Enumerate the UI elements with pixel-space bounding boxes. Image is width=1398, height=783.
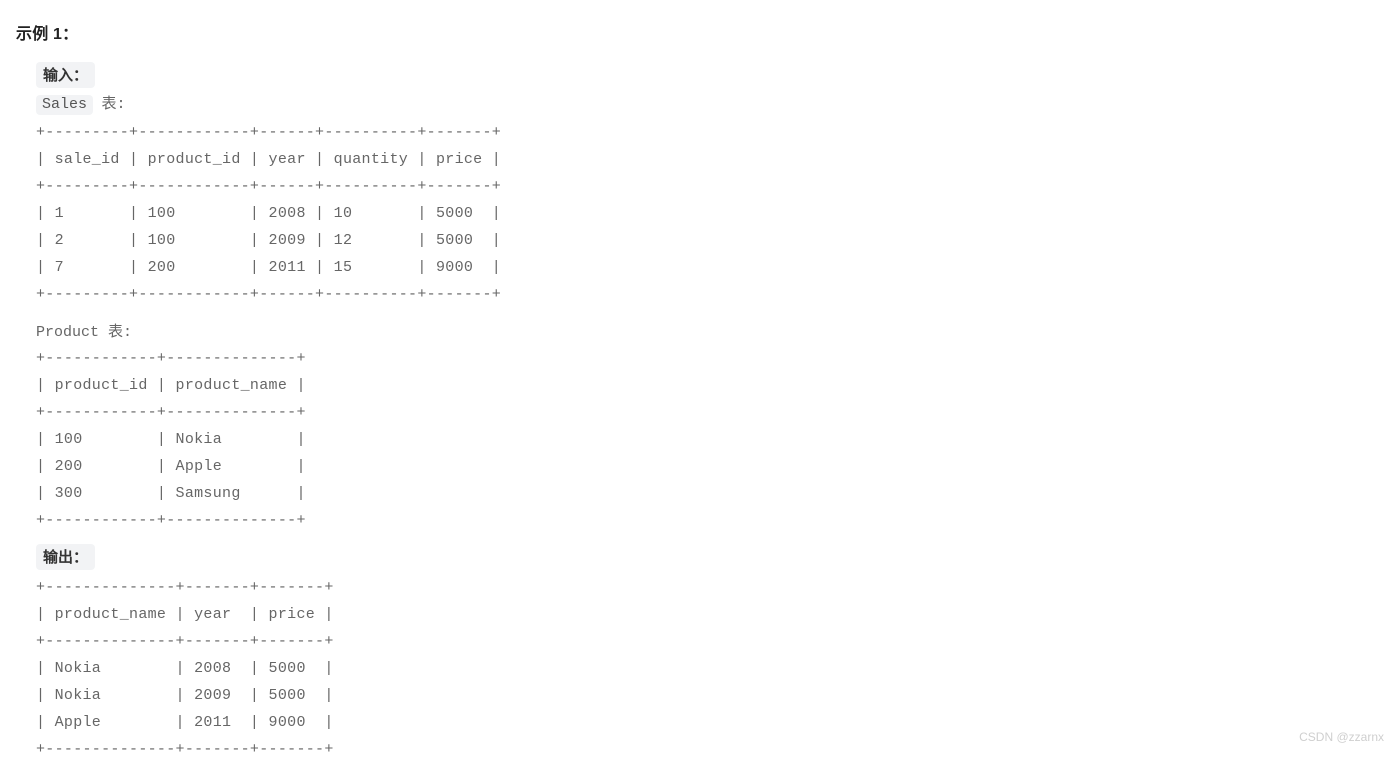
watermark-text: CSDN @zzarnx — [1299, 730, 1384, 744]
sales-suffix-text: 表: — [101, 96, 125, 113]
output-ascii-table: +--------------+-------+-------+ | produ… — [36, 574, 1382, 763]
input-label: 输入： — [36, 62, 95, 88]
example-content: 输入： Sales 表: +---------+------------+---… — [16, 62, 1382, 763]
sales-inline-code: Sales — [36, 95, 93, 115]
output-line: 输出： — [36, 544, 1382, 570]
sales-ascii-table: +---------+------------+------+---------… — [36, 119, 1382, 308]
input-line: 输入： — [36, 62, 1382, 88]
example-heading: 示例 1： — [16, 20, 1382, 44]
output-label: 输出： — [36, 544, 95, 570]
sales-table-label-line: Sales 表: — [36, 92, 1382, 115]
product-table-label-line: Product 表: — [36, 320, 1382, 341]
product-ascii-table: +------------+--------------+ | product_… — [36, 345, 1382, 534]
